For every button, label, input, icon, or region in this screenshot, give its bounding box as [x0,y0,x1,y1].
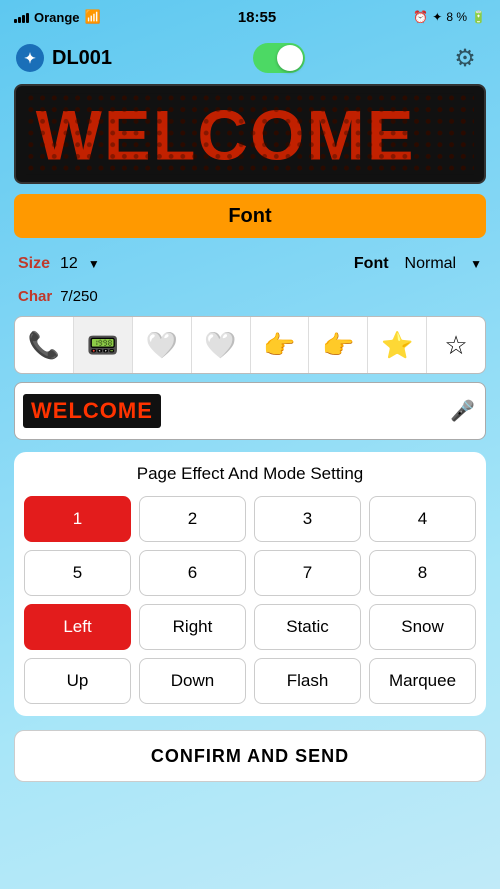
emoji-heart-outline[interactable]: 🤍 [133,317,192,373]
carrier-info: Orange 📶 [14,9,101,25]
header-left: ✦ DL001 [16,44,112,72]
bluetooth-icon: ✦ [16,44,44,72]
char-label: Char [18,288,52,305]
effect-btn-1[interactable]: 1 [24,496,131,542]
battery-level: 8 % [446,10,467,24]
confirm-send-button[interactable]: CONFIRM AND SEND [14,730,486,782]
text-chip: WELCOME [23,394,161,428]
effect-btn-right[interactable]: Right [139,604,246,650]
size-font-row: Size 12 ▼ Font Normal ▼ [0,246,500,282]
carrier-name: Orange [34,10,80,25]
effect-btn-up[interactable]: Up [24,658,131,704]
effect-btn-down[interactable]: Down [139,658,246,704]
effect-btn-2[interactable]: 2 [139,496,246,542]
effect-grid: 1 2 3 4 5 6 7 8 Left Right Static Snow U… [24,496,476,704]
emoji-phone[interactable]: 📞 [15,317,74,373]
signal-icon [14,11,29,23]
status-bar: Orange 📶 18:55 ⏰ ✦ 8 % 🔋 [0,0,500,32]
mic-icon[interactable]: 🎤 [450,399,475,424]
led-text-display: WELCOME [26,92,474,176]
effect-btn-8[interactable]: 8 [369,550,476,596]
bt-status-icon: ✦ [432,10,442,24]
emoji-picker: 📞 📟 🤍 🤍 👉 👉 ⭐ ☆ [14,316,486,374]
device-name: DL001 [52,47,112,70]
emoji-pager[interactable]: 📟 [74,317,133,373]
emoji-star-outline[interactable]: ☆ [427,317,485,373]
effect-btn-6[interactable]: 6 [139,550,246,596]
effect-btn-left[interactable]: Left [24,604,131,650]
power-toggle[interactable] [253,43,305,73]
effect-btn-snow[interactable]: Snow [369,604,476,650]
font-label: Font [354,255,389,273]
text-input-area[interactable]: WELCOME 🎤 [14,382,486,440]
settings-button[interactable]: ⚙ [446,39,484,77]
font-dropdown[interactable]: ▼ [470,257,482,271]
effect-title: Page Effect And Mode Setting [24,464,476,484]
effect-btn-static[interactable]: Static [254,604,361,650]
emoji-point-right-outline[interactable]: 👉 [251,317,310,373]
app-header: ✦ DL001 ⚙ [0,32,500,84]
battery-area: ⏰ ✦ 8 % 🔋 [413,10,486,24]
led-display: WELCOME [14,84,486,184]
emoji-heart-fill[interactable]: 🤍 [192,317,251,373]
time-display: 18:55 [238,9,276,26]
font-button-label: Font [228,205,271,228]
emoji-point-right-fill[interactable]: 👉 [309,317,368,373]
effect-section: Page Effect And Mode Setting 1 2 3 4 5 6… [14,452,486,716]
alarm-icon: ⏰ [413,10,428,24]
effect-btn-flash[interactable]: Flash [254,658,361,704]
effect-btn-5[interactable]: 5 [24,550,131,596]
effect-btn-marquee[interactable]: Marquee [369,658,476,704]
char-value: 7/250 [60,288,98,305]
font-value: Normal [405,255,457,273]
size-dropdown[interactable]: ▼ [88,257,100,271]
effect-btn-3[interactable]: 3 [254,496,361,542]
size-label: Size [18,255,50,273]
battery-icon: 🔋 [471,10,486,24]
toggle-thumb [277,45,303,71]
size-value: 12 [60,255,78,273]
emoji-star-fill[interactable]: ⭐ [368,317,427,373]
char-row: Char 7/250 [0,282,500,310]
wifi-icon: 📶 [85,9,101,25]
effect-btn-4[interactable]: 4 [369,496,476,542]
font-button[interactable]: Font [14,194,486,238]
effect-btn-7[interactable]: 7 [254,550,361,596]
